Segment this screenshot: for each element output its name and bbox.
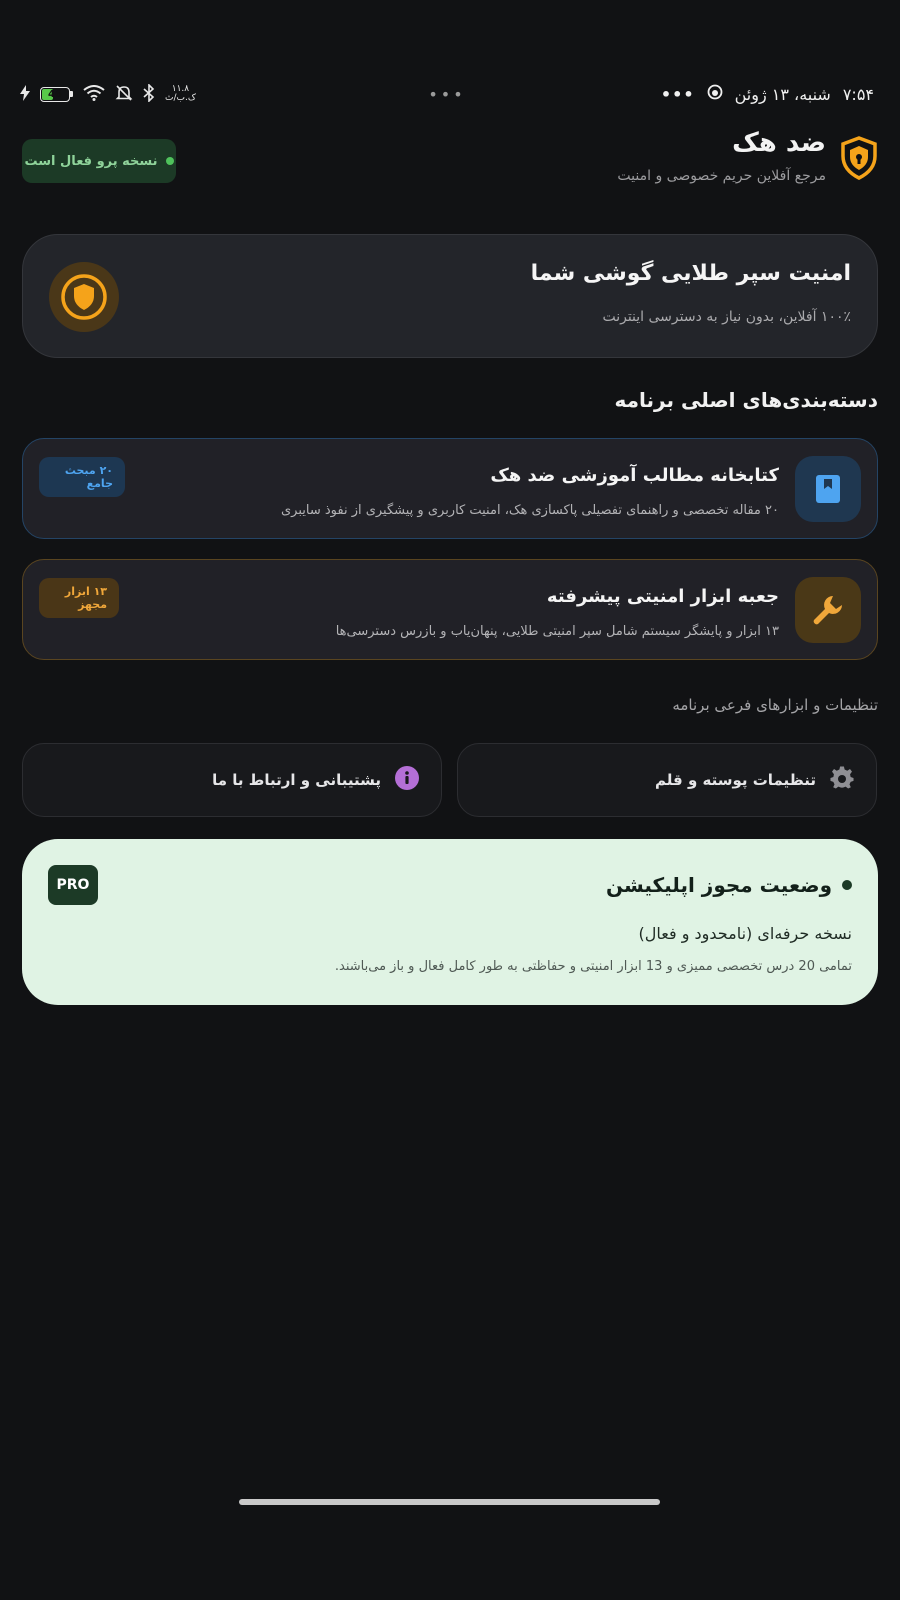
date: شنبه، ۱۳ ژوئن <box>734 84 831 104</box>
wrench-icon <box>795 577 861 643</box>
category-title: جعبه ابزار امنیتی پیشرفته <box>546 586 779 607</box>
category-title: کتابخانه مطالب آموزشی ضد هک <box>490 465 779 486</box>
status-dot <box>165 157 174 165</box>
charging-icon <box>20 84 30 104</box>
license-status-card: وضعیت مجوز اپلیکیشن PRO نسخه حرفه‌ای (نا… <box>22 839 878 1005</box>
home-indicator[interactable] <box>239 1499 660 1505</box>
more-notifications-icon: ••• <box>660 84 695 104</box>
battery-level: 46 <box>48 88 62 100</box>
license-dot <box>842 880 852 890</box>
clock: ۷:۵۴ <box>842 84 874 104</box>
theme-font-settings-button[interactable]: تنظیمات پوسته و قلم <box>457 743 877 817</box>
status-bar: 46 ۱۱.۸ ک.ب/ث ••• ۷:۵۴ شنبه، ۱۳ ژوئن ••• <box>20 80 874 108</box>
license-description: تمامی 20 درس تخصصی ممیزی و 13 ابزار امنی… <box>334 959 852 974</box>
settings-label: تنظیمات پوسته و قلم <box>655 771 816 789</box>
face-icon <box>707 84 723 104</box>
pro-badge: PRO <box>48 865 98 905</box>
shield-icon <box>49 262 119 332</box>
license-title-row: وضعیت مجوز اپلیکیشن <box>606 873 852 897</box>
app-title: ضد هک <box>732 128 826 158</box>
category-description: ۲۰ مقاله تخصصی و راهنمای تفصیلی پاکسازی … <box>280 503 779 518</box>
hero-subtitle: ۱۰۰٪ آفلاین، بدون نیاز به دسترسی اینترنت <box>602 309 851 325</box>
wifi-icon <box>83 84 105 104</box>
license-title: وضعیت مجوز اپلیکیشن <box>606 873 832 897</box>
pro-active-badge[interactable]: نسخه پرو فعال است <box>22 139 176 183</box>
security-hero-card[interactable]: امنیت سپر طلایی گوشی شما ۱۰۰٪ آفلاین، بد… <box>22 234 878 358</box>
category-description: ۱۳ ابزار و پایشگر سیستم شامل سپر امنیتی … <box>335 624 779 639</box>
main-categories-title: دسته‌بندی‌های اصلی برنامه <box>614 388 878 412</box>
library-category-card[interactable]: کتابخانه مطالب آموزشی ضد هک ۲۰ مقاله تخص… <box>22 438 878 539</box>
gear-icon <box>830 766 854 794</box>
status-center-dots: ••• <box>428 84 466 104</box>
support-contact-button[interactable]: پشتیبانی و ارتباط با ما <box>22 743 442 817</box>
status-clock-area: ۷:۵۴ شنبه، ۱۳ ژوئن ••• <box>661 84 874 104</box>
info-icon <box>395 766 419 794</box>
support-label: پشتیبانی و ارتباط با ما <box>212 771 381 789</box>
network-speed-unit: ک.ب/ث <box>165 93 196 103</box>
secondary-section-title: تنظیمات و ابزارهای فرعی برنامه <box>672 696 878 714</box>
pro-badge-label: نسخه پرو فعال است <box>24 153 158 169</box>
bell-off-icon <box>115 84 133 105</box>
app-header: ضد هک مرجع آفلاین حریم خصوصی و امنیت نسخ… <box>22 128 878 188</box>
book-icon <box>795 456 861 522</box>
license-status-text: نسخه حرفه‌ای (نامحدود و فعال) <box>638 924 852 943</box>
app-subtitle: مرجع آفلاین حریم خصوصی و امنیت <box>617 168 826 184</box>
network-speed: ۱۱.۸ ک.ب/ث <box>165 85 196 103</box>
status-icons-left: 46 ۱۱.۸ ک.ب/ث <box>20 82 196 105</box>
tools-category-card[interactable]: جعبه ابزار امنیتی پیشرفته ۱۳ ابزار و پای… <box>22 559 878 660</box>
hero-title: امنیت سپر طلایی گوشی شما <box>530 261 851 286</box>
battery-icon: 46 <box>40 86 73 102</box>
shield-icon <box>840 136 878 180</box>
category-count-badge: ۲۰ مبحث جامع <box>39 457 125 497</box>
category-count-badge: ۱۳ ابزار مجهز <box>39 578 119 618</box>
bluetooth-icon <box>143 82 155 105</box>
